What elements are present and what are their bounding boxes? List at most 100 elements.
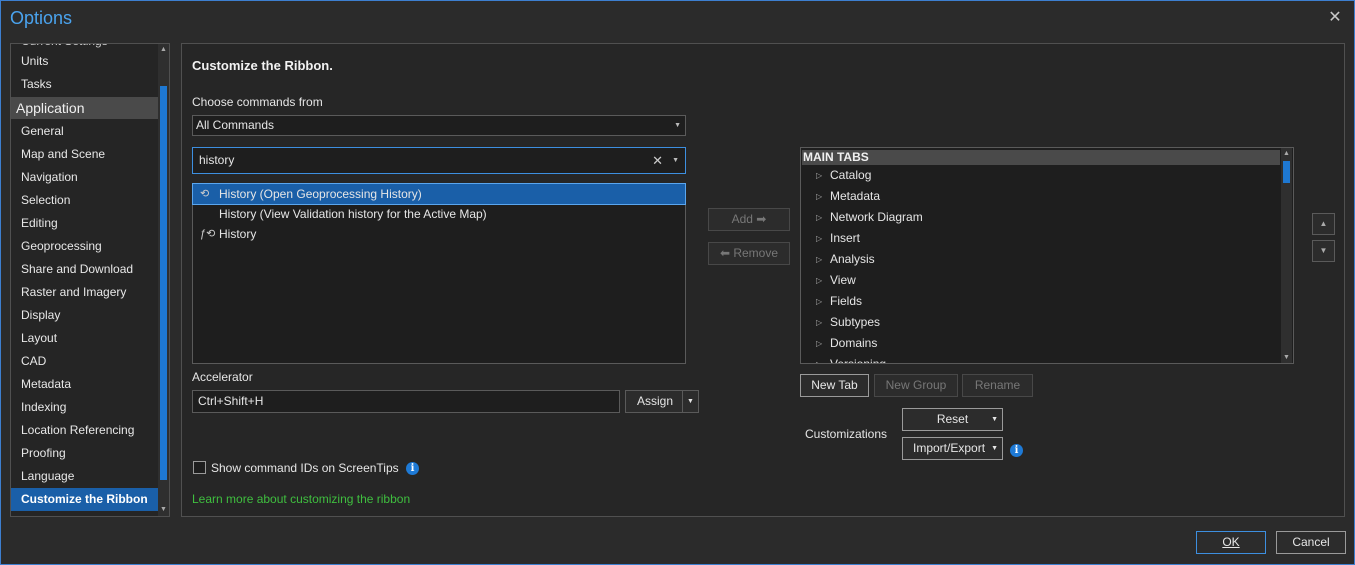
tree-item[interactable]: ▷ Analysis <box>801 249 1281 270</box>
accelerator-label: Accelerator <box>192 370 253 384</box>
tree-scrollbar[interactable]: ▲ ▼ <box>1281 148 1292 363</box>
expand-triangle-icon[interactable]: ▷ <box>816 228 822 249</box>
choose-commands-label: Choose commands from <box>192 95 323 109</box>
show-ids-label: Show command IDs on ScreenTips <box>211 461 399 475</box>
choose-commands-value: All Commands <box>196 118 275 132</box>
nav-group-header: Application <box>11 97 159 119</box>
cancel-button[interactable]: Cancel <box>1276 531 1346 554</box>
nav-item[interactable]: Navigation <box>11 166 159 189</box>
nav-item[interactable]: Share and Download <box>11 258 159 281</box>
page-title: Customize the Ribbon. <box>192 58 333 73</box>
import-export-button[interactable]: Import/Export ▼ <box>902 437 1003 460</box>
tree-item-label: Domains <box>830 336 878 350</box>
close-icon[interactable]: ✕ <box>1326 7 1344 27</box>
new-tab-button[interactable]: New Tab <box>800 374 869 397</box>
move-down-button[interactable]: ▼ <box>1312 240 1335 262</box>
scroll-down-icon[interactable]: ▼ <box>1281 352 1292 363</box>
tree-item[interactable]: ▷ Insert <box>801 228 1281 249</box>
show-ids-checkbox[interactable] <box>193 461 206 474</box>
tree-item[interactable]: ▷ Fields <box>801 291 1281 312</box>
chevron-down-icon[interactable]: ▼ <box>682 391 698 412</box>
new-group-button[interactable]: New Group <box>874 374 958 397</box>
command-result-label: History (View Validation history for the… <box>219 207 487 221</box>
clear-search-icon[interactable]: ✕ <box>652 148 663 173</box>
tree-item-label: Metadata <box>830 189 881 203</box>
nav-item[interactable]: Raster and Imagery <box>11 281 159 304</box>
nav-item[interactable]: Language <box>11 465 159 488</box>
tree-item[interactable]: ▷ View <box>801 270 1281 291</box>
tree-item-label: Analysis <box>830 252 875 266</box>
tree-item[interactable]: ▷ Subtypes <box>801 312 1281 333</box>
tree-items: ▷ Catalog ▷ Metadata ▷ Network Diagram ▷ Insert… <box>801 165 1281 364</box>
chevron-down-icon: ▼ <box>674 122 681 129</box>
info-icon[interactable]: i <box>1010 444 1023 457</box>
expand-triangle-icon[interactable]: ▷ <box>816 312 822 333</box>
info-icon[interactable]: i <box>406 462 419 475</box>
expand-triangle-icon[interactable]: ▷ <box>816 291 822 312</box>
rename-button[interactable]: Rename <box>962 374 1033 397</box>
nav-item[interactable]: CAD <box>11 350 159 373</box>
nav-scrollbar[interactable]: ▲ ▼ <box>158 44 169 516</box>
accelerator-input[interactable]: Ctrl+Shift+H <box>192 390 620 413</box>
nav-item[interactable]: Geoprocessing <box>11 235 159 258</box>
expand-triangle-icon[interactable]: ▷ <box>816 333 822 354</box>
nav-item[interactable]: Selection <box>11 189 159 212</box>
expand-triangle-icon[interactable]: ▷ <box>816 354 822 363</box>
expand-triangle-icon[interactable]: ▷ <box>816 207 822 228</box>
nav-item[interactable]: Editing <box>11 212 159 235</box>
expand-triangle-icon[interactable]: ▷ <box>816 186 822 207</box>
arrow-down-icon: ▼ <box>1319 246 1328 255</box>
scroll-up-icon[interactable]: ▲ <box>1281 148 1292 159</box>
nav-item[interactable]: Metadata <box>11 373 159 396</box>
move-up-button[interactable]: ▲ <box>1312 213 1335 235</box>
nav-item[interactable]: Proofing <box>11 442 159 465</box>
remove-button[interactable]: ⬅ Remove <box>708 242 790 265</box>
command-result-item[interactable]: History (View Validation history for the… <box>193 204 685 224</box>
assign-button[interactable]: Assign ▼ <box>625 390 699 413</box>
nav-item[interactable]: Customize the Ribbon <box>11 488 159 511</box>
nav-item[interactable]: Units <box>11 50 159 73</box>
scroll-down-icon[interactable]: ▼ <box>158 504 169 516</box>
nav-item[interactable]: General <box>11 120 159 143</box>
ok-button[interactable]: OK <box>1196 531 1266 554</box>
nav-item[interactable]: Tasks <box>11 73 159 96</box>
nav-item[interactable]: Indexing <box>11 396 159 419</box>
tree-item[interactable]: ▷ Network Diagram <box>801 207 1281 228</box>
tree-item[interactable]: ▷ Catalog <box>801 165 1281 186</box>
nav-item[interactable]: Map and Scene <box>11 143 159 166</box>
scroll-up-icon[interactable]: ▲ <box>158 44 169 56</box>
reset-button[interactable]: Reset ▼ <box>902 408 1003 431</box>
tree-item[interactable]: ▷ Domains <box>801 333 1281 354</box>
command-results-list: ⟲ History (Open Geoprocessing History) His… <box>192 183 686 364</box>
chevron-down-icon[interactable]: ▼ <box>672 148 679 173</box>
tree-item-label: Subtypes <box>830 315 881 329</box>
tree-item[interactable]: ▷ Metadata <box>801 186 1281 207</box>
arrow-up-icon: ▲ <box>1319 219 1328 228</box>
nav-list: Current SettingsUnitsTasksApplicationGen… <box>11 44 159 511</box>
tree-scroll-thumb[interactable] <box>1283 161 1290 183</box>
expand-triangle-icon[interactable]: ▷ <box>816 165 822 186</box>
add-button[interactable]: Add ➡ <box>708 208 790 231</box>
learn-more-link[interactable]: Learn more about customizing the ribbon <box>192 492 410 506</box>
assign-label: Assign <box>637 394 674 408</box>
command-result-item[interactable]: ƒ⟲ History <box>193 224 685 244</box>
command-result-label: History <box>219 227 257 241</box>
expand-triangle-icon[interactable]: ▷ <box>816 270 822 291</box>
nav-scroll-thumb[interactable] <box>160 86 167 480</box>
tree-item-label: Catalog <box>830 168 872 182</box>
chevron-down-icon: ▼ <box>991 416 998 423</box>
import-export-label: Import/Export <box>913 441 986 455</box>
nav-item[interactable]: Display <box>11 304 159 327</box>
command-search-input[interactable]: history ✕ ▼ <box>192 147 686 174</box>
choose-commands-select[interactable]: All Commands ▼ <box>192 115 686 136</box>
nav-item[interactable]: Current Settings <box>11 44 159 50</box>
nav-item[interactable]: Layout <box>11 327 159 350</box>
main-tabs-header: MAIN TABS <box>802 150 1280 165</box>
nav-item[interactable]: Location Referencing <box>11 419 159 442</box>
command-result-item[interactable]: ⟲ History (Open Geoprocessing History) <box>192 183 686 205</box>
expand-triangle-icon[interactable]: ▷ <box>816 249 822 270</box>
tree-item-label: Versioning <box>830 357 887 364</box>
tree-item[interactable]: ▷ Versioning <box>801 354 1281 364</box>
ribbon-tree: MAIN TABS ▷ Catalog ▷ Metadata ▷ Network Diag… <box>800 147 1294 364</box>
chevron-down-icon: ▼ <box>991 445 998 452</box>
